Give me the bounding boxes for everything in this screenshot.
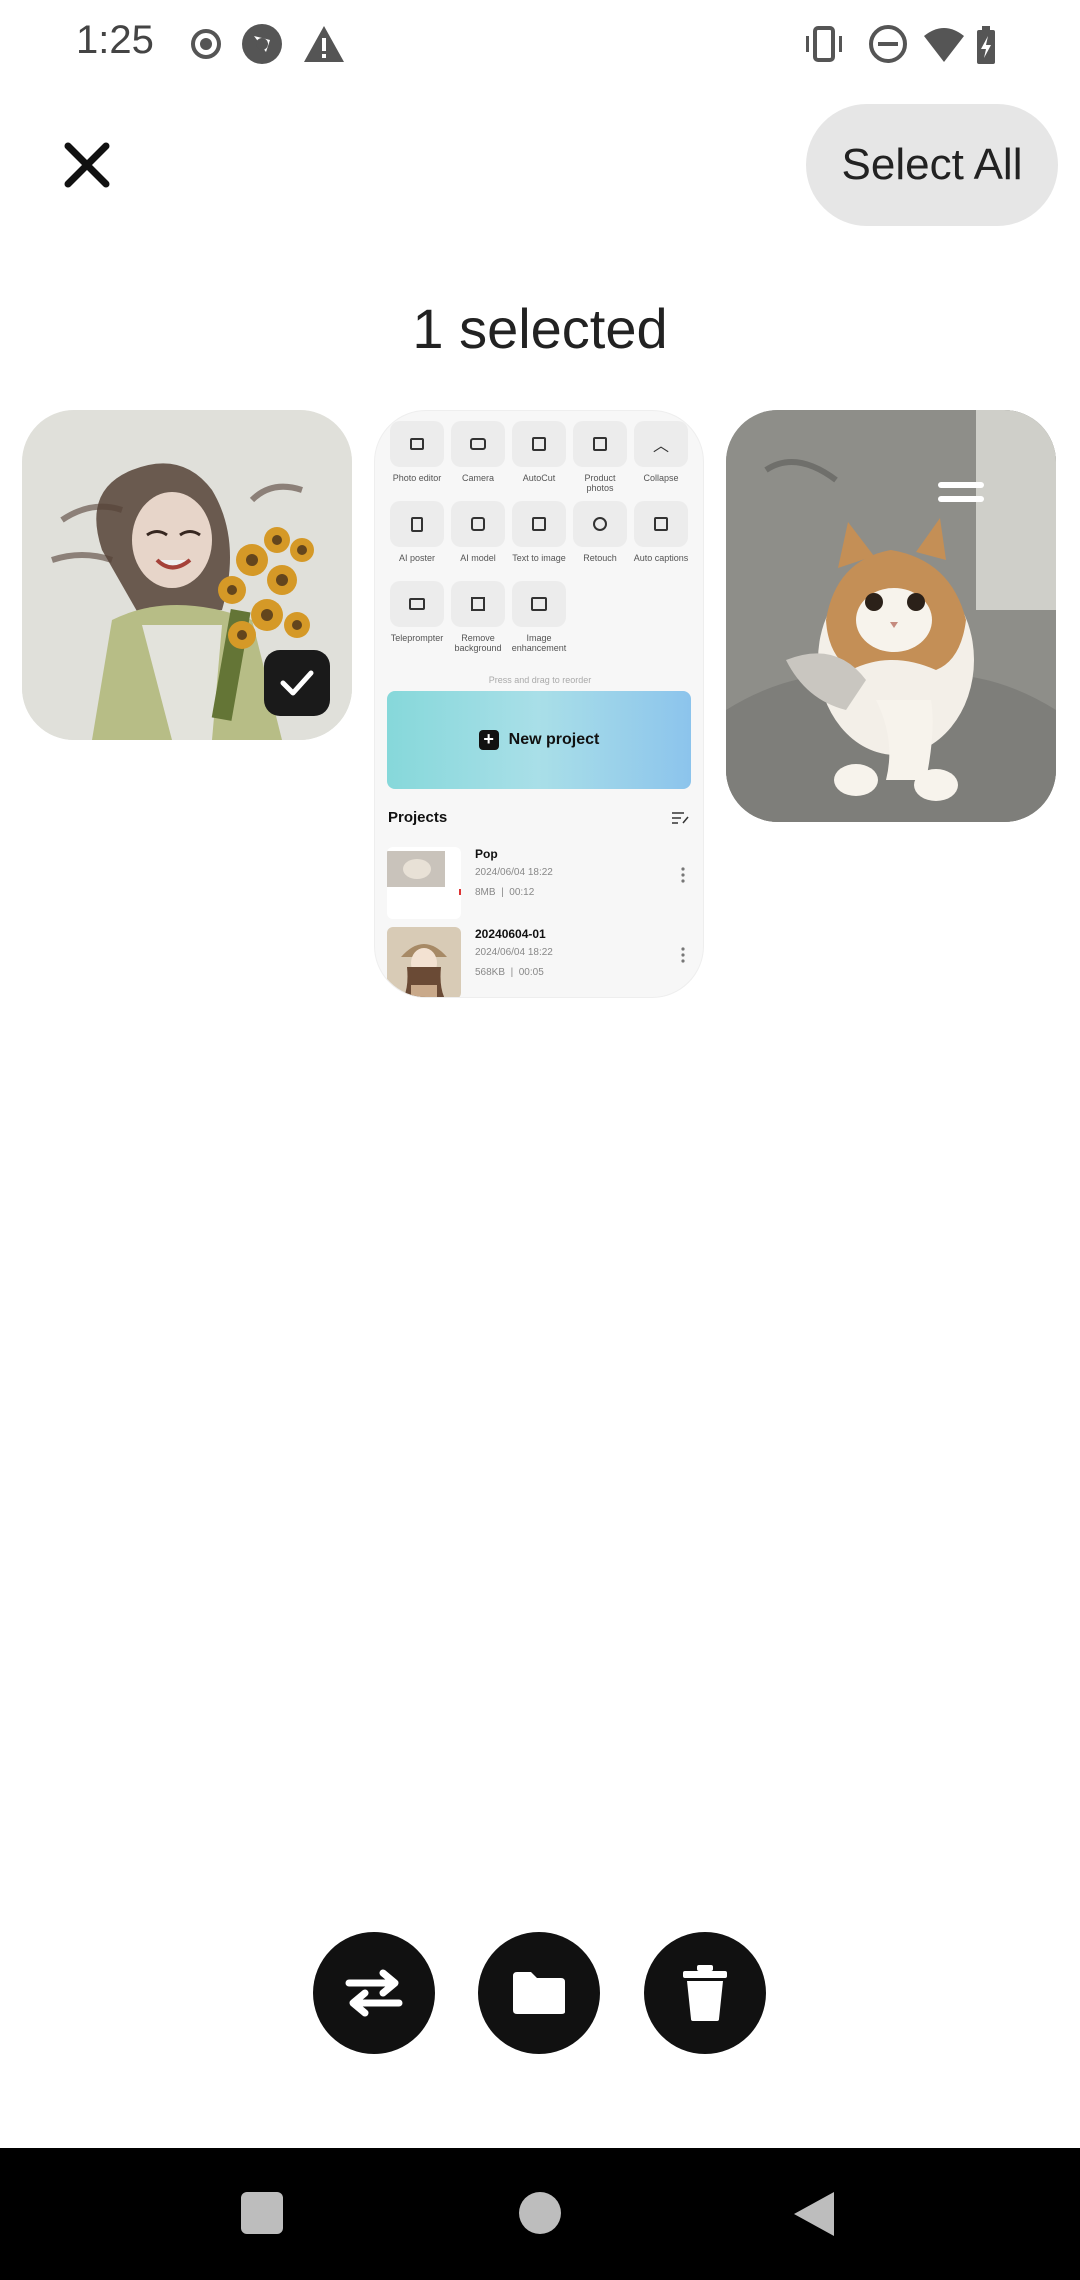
home-button[interactable]	[519, 2192, 561, 2234]
battery-charging-icon	[977, 26, 995, 64]
back-button[interactable]	[792, 2190, 836, 2238]
cat-image	[726, 410, 1056, 822]
tool-collapse: ︿ Collapse	[633, 421, 689, 483]
shutter-icon	[242, 24, 282, 64]
recents-button[interactable]	[241, 2192, 283, 2234]
move-to-folder-button[interactable]	[478, 1932, 600, 2054]
project-thumbnail-image	[387, 847, 461, 919]
select-all-button[interactable]: Select All	[806, 104, 1058, 226]
close-button[interactable]	[52, 130, 122, 200]
auto-captions-icon	[654, 517, 668, 531]
project-row: 20240604-01 2024/06/04 18:22 568KB | 00:…	[387, 927, 693, 997]
image-enhancement-icon	[531, 597, 547, 611]
project-thumbnail-image	[387, 927, 461, 997]
chevron-up-icon: ︿	[652, 438, 669, 455]
media-item-cat[interactable]	[726, 410, 1056, 822]
check-icon	[280, 670, 314, 696]
selected-check-badge[interactable]	[264, 650, 330, 716]
product-photos-icon	[593, 437, 607, 451]
autocut-icon	[532, 437, 546, 451]
selection-count: 1 selected	[412, 297, 668, 360]
more-icon	[681, 947, 685, 963]
tool-retouch: Retouch	[572, 501, 628, 563]
projects-title: Projects	[388, 809, 448, 826]
folder-icon	[513, 1972, 565, 2014]
teleprompter-icon	[409, 598, 425, 610]
trash-icon	[683, 1965, 727, 2021]
remove-background-icon	[471, 597, 485, 611]
tool-auto-captions: Auto captions	[633, 501, 689, 563]
tool-camera: Camera	[450, 421, 506, 483]
system-nav-bar	[0, 2148, 1080, 2280]
text-to-image-icon	[532, 517, 546, 531]
tool-ai-model: AI model	[450, 501, 506, 563]
swap-icon	[345, 1969, 403, 2017]
status-bar: 1:25	[0, 0, 1080, 90]
reorder-hint: Press and drag to reorder	[488, 675, 592, 685]
media-item-app-screenshot[interactable]: Photo editor Camera AutoCut Product phot…	[374, 410, 704, 998]
delete-button[interactable]	[644, 1932, 766, 2054]
project-thumbnail	[387, 847, 461, 919]
wifi-icon	[924, 28, 964, 62]
tool-teleprompter: Teleprompter	[389, 581, 445, 643]
camera-icon	[470, 438, 486, 450]
warning-icon	[304, 26, 344, 62]
tool-image-enhancement: Image enhancement	[511, 581, 567, 653]
media-item-girl[interactable]	[22, 410, 352, 740]
ai-poster-icon	[411, 516, 423, 532]
close-icon	[64, 142, 110, 188]
tool-photo-editor: Photo editor	[389, 421, 445, 483]
record-icon	[191, 29, 221, 59]
tool-text-to-image: Text to image	[511, 501, 567, 563]
photo-editor-icon	[410, 438, 424, 450]
tool-remove-background: Remove background	[450, 581, 506, 653]
plus-icon: +	[478, 730, 499, 750]
new-project-banner: + New project	[387, 691, 691, 789]
tool-autocut: AutoCut	[511, 421, 567, 483]
dnd-icon	[869, 25, 907, 63]
vibrate-icon	[806, 26, 842, 62]
retouch-icon	[593, 517, 607, 531]
status-time: 1:25	[76, 18, 154, 62]
sort-icon	[672, 812, 689, 824]
new-project-label: New project	[508, 731, 600, 748]
project-row: Pop 2024/06/04 18:22 8MB | 00:12	[387, 847, 693, 919]
tool-product-photos: Product photos	[572, 421, 628, 493]
ai-model-icon	[471, 517, 485, 531]
project-thumbnail	[387, 927, 461, 997]
more-icon	[681, 867, 685, 883]
tool-ai-poster: AI poster	[389, 501, 445, 563]
swap-button[interactable]	[313, 1932, 435, 2054]
